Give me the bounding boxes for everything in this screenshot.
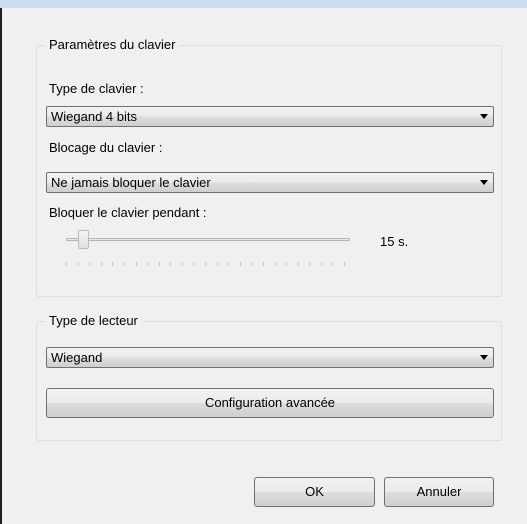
reader-settings-dialog: Paramètres du clavier Type de clavier : … [2,8,527,524]
slider-tick [135,262,137,266]
slider-tick [181,262,183,266]
slider-tick [320,262,322,266]
keyboard-type-dropdown[interactable]: Wiegand 4 bits [46,106,494,127]
slider-tick [297,262,299,266]
reader-type-group: Type de lecteur [36,313,502,441]
slider-tick [112,262,114,266]
slider-tick [274,262,276,266]
slider-tick [344,262,345,266]
slider-tick [205,262,206,266]
slider-tick [309,262,311,266]
lock-duration-slider-thumb[interactable] [78,230,89,249]
slider-tick [89,262,91,266]
slider-tick [332,262,334,266]
slider-tick [170,262,172,266]
slider-tick [158,262,160,266]
keyboard-lock-value: Ne jamais bloquer le clavier [51,175,211,190]
slider-tick [66,262,67,266]
slider-tick [147,262,149,266]
slider-tick [251,262,253,266]
keyboard-type-label: Type de clavier : [49,81,144,96]
lock-duration-slider-track[interactable] [66,238,350,241]
reader-type-dropdown[interactable]: Wiegand [46,347,494,368]
reader-type-value: Wiegand [51,350,103,365]
slider-tick [216,262,218,266]
ok-button[interactable]: OK [254,477,375,507]
keyboard-type-value: Wiegand 4 bits [51,109,137,124]
chevron-down-icon [480,114,488,119]
keyboard-lock-label: Blocage du clavier : [49,140,163,155]
slider-tick [123,262,125,266]
slider-tick [239,262,241,266]
reader-type-group-title: Type de lecteur [45,313,142,329]
chevron-down-icon [480,355,488,360]
keyboard-settings-group-title: Paramètres du clavier [45,37,180,53]
slider-tick [228,262,230,266]
lock-duration-readout: 15 s. [380,234,409,249]
window-top-strip [0,0,527,8]
slider-tick [193,262,195,266]
cancel-button[interactable]: Annuler [384,477,494,507]
slider-tick [100,262,102,266]
slider-tick [286,262,288,266]
advanced-configuration-button[interactable]: Configuration avancée [46,388,494,418]
slider-tick [262,262,264,266]
chevron-down-icon [480,180,488,185]
slider-tick [77,262,79,266]
lock-duration-label: Bloquer le clavier pendant : [49,205,207,220]
keyboard-lock-dropdown[interactable]: Ne jamais bloquer le clavier [46,172,494,193]
